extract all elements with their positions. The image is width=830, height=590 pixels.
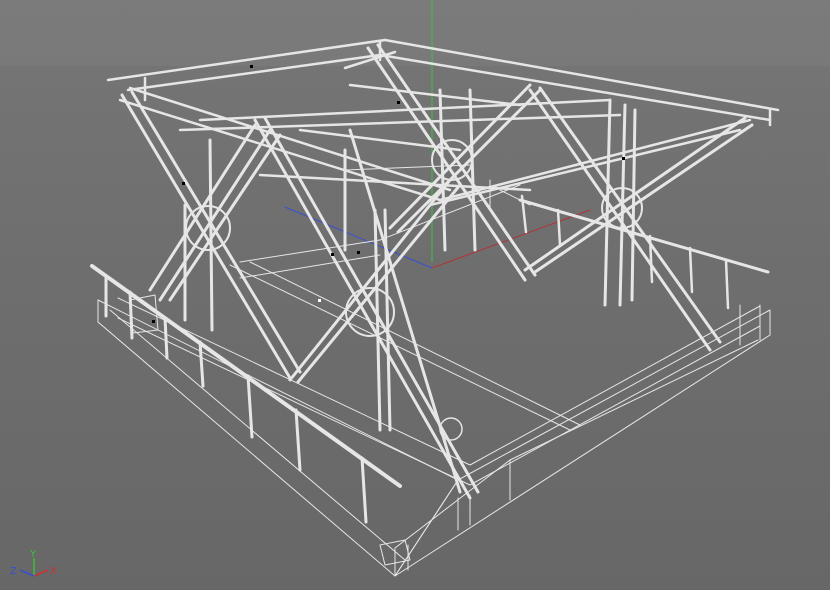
gizmo-z-axis — [19, 569, 35, 577]
right-railing — [518, 194, 770, 310]
3d-viewport[interactable]: Y X Z — [0, 0, 830, 590]
base-platform — [97, 261, 771, 577]
x-brace-front-middle — [253, 116, 480, 500]
axis-gizmo[interactable]: Y X Z — [8, 548, 62, 584]
x-brace-back-middle — [343, 43, 542, 282]
wireframe-scene — [90, 0, 780, 577]
gizmo-x-label: X — [50, 566, 57, 577]
gizmo-x-axis — [33, 569, 49, 577]
gizmo-y-label: Y — [29, 549, 37, 560]
truss-wireframe — [90, 38, 780, 577]
gizmo-z-label: Z — [10, 566, 17, 577]
